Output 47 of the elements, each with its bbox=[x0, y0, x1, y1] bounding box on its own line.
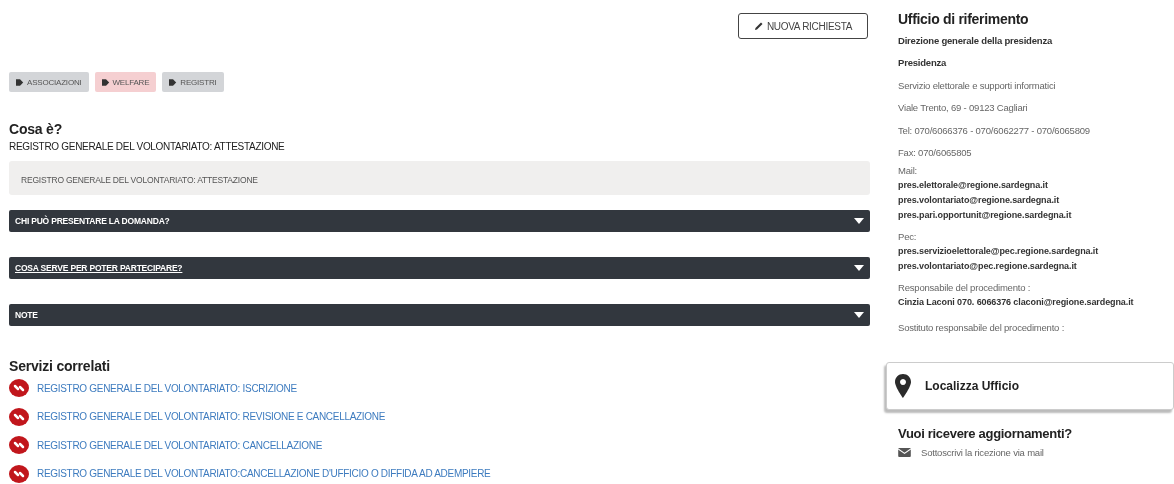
accordion-header[interactable]: NOTE bbox=[9, 304, 870, 326]
related-service-link[interactable]: REGISTRO GENERALE DEL VOLONTARIATO:CANCELLAZIONE D'UFFICIO O DIFFIDA AD ADEMPIERE bbox=[37, 468, 491, 480]
accordion-header[interactable]: COSA SERVE PER POTER PARTECIPARE? bbox=[9, 257, 870, 279]
office-service: Servizio elettorale e supporti informatici bbox=[898, 78, 1057, 93]
tag-icon bbox=[101, 78, 110, 86]
caret-icon bbox=[854, 265, 864, 271]
pec-email-link[interactable]: pres.servizioelettorale@pec.regione.sardegna.it bbox=[898, 244, 1174, 260]
link-icon bbox=[9, 379, 29, 398]
caret-icon bbox=[854, 312, 864, 318]
related-service-link[interactable]: REGISTRO GENERALE DEL VOLONTARIATO: CANCELLAZIONE bbox=[37, 439, 322, 451]
updates-heading: Vuoi ricevere aggiornamenti? bbox=[898, 425, 1073, 441]
office-department: Presidenza bbox=[898, 56, 948, 71]
mail-label: Mail: bbox=[898, 164, 919, 179]
pec-label: Pec: bbox=[898, 230, 918, 245]
manager-label: Responsabile del procedimento : bbox=[898, 281, 1032, 296]
tag[interactable]: ASSOCIAZIONI bbox=[9, 72, 89, 92]
office-direction: Direzione generale della presidenza bbox=[898, 34, 1054, 48]
description-box: REGISTRO GENERALE DEL VOLONTARIATO: ATTESTAZIONE bbox=[9, 161, 870, 195]
caret-icon bbox=[854, 218, 864, 224]
description-text: REGISTRO GENERALE DEL VOLONTARIATO: ATTESTAZIONE bbox=[9, 141, 286, 152]
office-fax: Fax: 070/6065805 bbox=[898, 145, 973, 160]
pencil-icon bbox=[753, 21, 764, 31]
locate-office-button[interactable]: Localizza Ufficio bbox=[886, 361, 1174, 410]
section-heading: Servizi correlati bbox=[9, 358, 111, 374]
map-pin-icon bbox=[895, 373, 911, 398]
section-heading: Cosa è? bbox=[9, 121, 64, 137]
email-link[interactable]: pres.pari.opportunit@regione.sardegna.it bbox=[898, 208, 1174, 224]
related-service-link[interactable]: REGISTRO GENERALE DEL VOLONTARIATO: REVISIONE E CANCELLAZIONE bbox=[37, 411, 386, 423]
subscribe-link[interactable]: Sottoscrivi la ricezione via mail bbox=[921, 446, 1044, 458]
tag[interactable]: REGISTRI bbox=[162, 72, 224, 92]
office-phone: Tel: 070/6066376 - 070/6062277 - 070/6065809 bbox=[898, 123, 1091, 138]
pec-email-link[interactable]: pres.volontariato@pec.regione.sardegna.it bbox=[898, 259, 1174, 275]
tag-icon bbox=[169, 78, 178, 86]
substitute-label: Sostituto responsabile del procedimento : bbox=[898, 321, 1066, 336]
envelope-icon bbox=[898, 447, 911, 457]
link-icon bbox=[9, 407, 29, 426]
related-service-link[interactable]: REGISTRO GENERALE DEL VOLONTARIATO: ISCRIZIONE bbox=[37, 382, 297, 394]
manager-contact: Cinzia Laconi 070. 6066376 claconi@regione.sardegna.it bbox=[898, 296, 1135, 310]
link-icon bbox=[9, 436, 29, 455]
tag[interactable]: WELFARE bbox=[94, 72, 157, 92]
email-link[interactable]: pres.volontariato@regione.sardegna.it bbox=[898, 193, 1174, 209]
office-heading: Ufficio di riferimento bbox=[898, 11, 1030, 27]
new-request-button[interactable]: NUOVA RICHIESTA bbox=[738, 13, 868, 39]
office-address: Viale Trento, 69 - 09123 Cagliari bbox=[898, 101, 1029, 116]
email-link[interactable]: pres.elettorale@regione.sardegna.it bbox=[898, 178, 1174, 194]
tag-icon bbox=[16, 78, 24, 86]
accordion-header[interactable]: CHI PUÒ PRESENTARE LA DOMANDA? bbox=[9, 210, 870, 232]
